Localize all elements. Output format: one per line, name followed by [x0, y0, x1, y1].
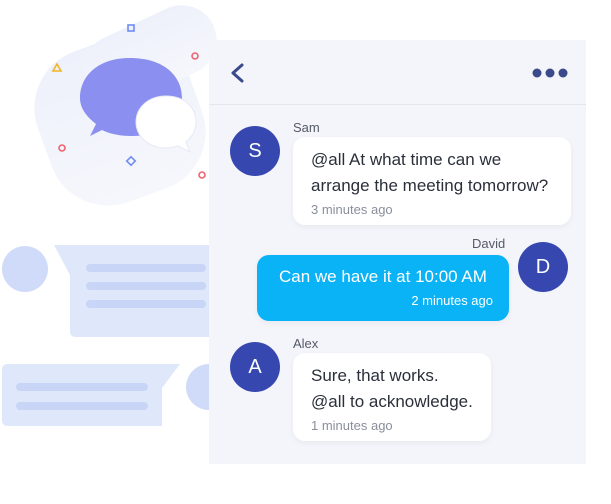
chat-panel: S Sam @all At what time can we arrange t…	[209, 40, 586, 464]
avatar[interactable]: S	[230, 126, 280, 176]
avatar[interactable]: D	[518, 242, 568, 292]
avatar[interactable]: A	[230, 342, 280, 392]
message-bubble[interactable]: Can we have it at 10:00 AM 2 minutes ago	[257, 255, 509, 321]
message-bubble[interactable]: Sure, that works. @all to acknowledge. 1…	[293, 353, 491, 441]
message-timestamp: 3 minutes ago	[311, 202, 393, 217]
ghost-line	[86, 264, 206, 272]
ghost-line	[86, 282, 206, 290]
chat-bubbles-icon	[51, 24, 206, 179]
ghost-message-card	[2, 364, 180, 426]
sender-name: David	[472, 236, 506, 251]
sender-name: Sam	[293, 120, 320, 135]
ghost-message-card	[54, 245, 214, 337]
chat-header	[209, 40, 586, 105]
message-timestamp: 2 minutes ago	[411, 293, 493, 308]
ghost-line	[16, 383, 148, 391]
ghost-avatar	[2, 246, 48, 292]
sender-name: Alex	[293, 336, 319, 351]
ghost-line	[16, 402, 148, 410]
message-bubble[interactable]: @all At what time can we arrange the mee…	[293, 137, 571, 225]
ghost-line	[86, 300, 206, 308]
message-text-line: @all At what time can we	[311, 150, 502, 169]
avatar-letter: S	[248, 140, 262, 162]
message-text-line: Can we have it at 10:00 AM	[279, 267, 487, 286]
message-timestamp: 1 minutes ago	[311, 418, 393, 433]
avatar-letter: D	[535, 256, 551, 278]
message-text-line: arrange the meeting tomorrow?	[311, 176, 549, 195]
chevron-left-icon[interactable]	[227, 62, 249, 84]
message-text-line: Sure, that works.	[311, 366, 439, 385]
avatar-letter: A	[248, 356, 262, 378]
message-text-line: @all to acknowledge.	[311, 392, 473, 411]
more-horizontal-icon[interactable]	[532, 66, 568, 80]
